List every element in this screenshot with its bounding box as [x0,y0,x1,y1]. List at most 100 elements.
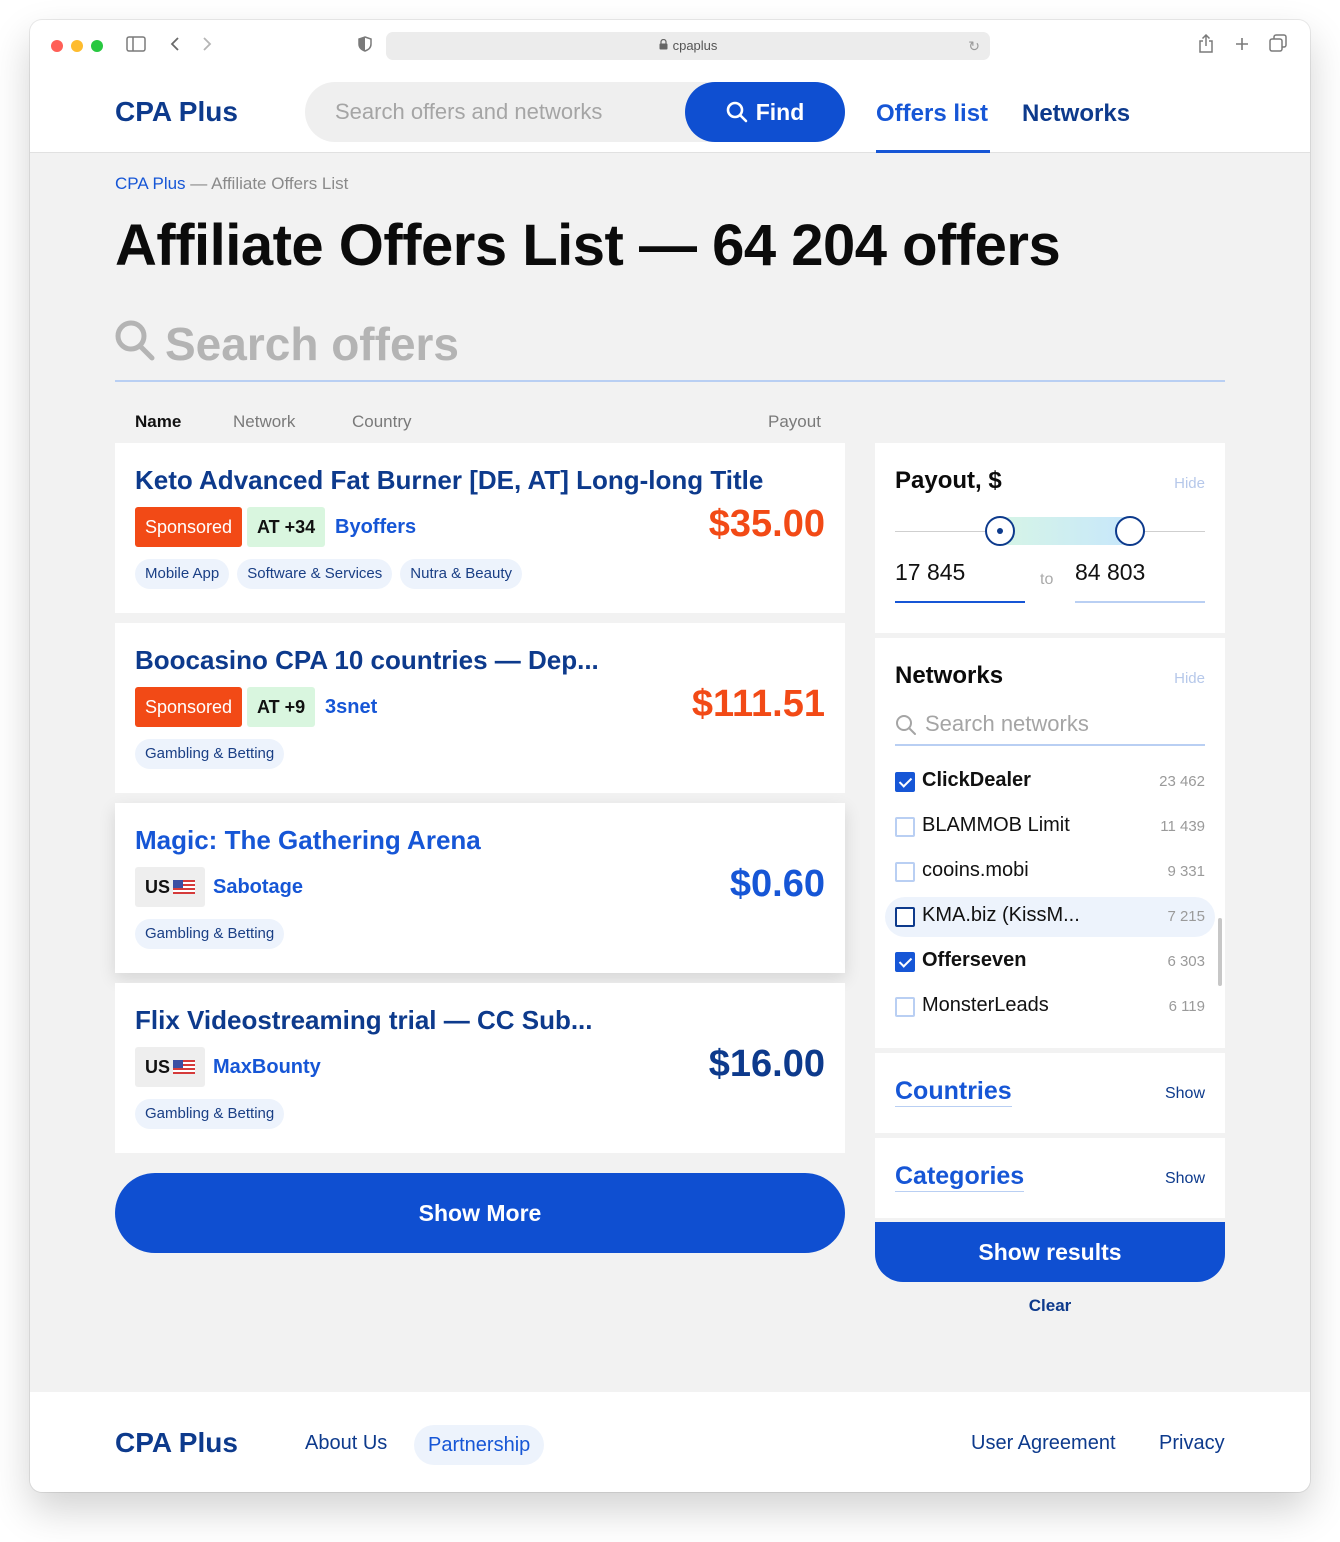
global-search-input[interactable] [335,82,675,142]
network-option[interactable]: BLAMMOB Limit 11 439 [885,807,1215,847]
payout-slider-range [999,517,1129,545]
category-tag[interactable]: Gambling & Betting [135,1099,285,1129]
offer-network-link[interactable]: Byoffers [335,507,416,547]
footer-link-privacy[interactable]: Privacy [1159,1432,1225,1455]
breadcrumb-home[interactable]: CPA Plus [115,174,186,193]
address-bar[interactable]: cpaplus ↻ [386,32,990,60]
site-logo[interactable]: CPA Plus [115,96,238,128]
shield-icon[interactable] [353,34,377,58]
network-option[interactable]: cooins.mobi 9 331 [885,852,1215,892]
clear-filters-link[interactable]: Clear [875,1296,1225,1316]
offer-card[interactable]: Keto Advanced Fat Burner [DE, AT] Long-l… [115,443,845,613]
new-tab-icon[interactable] [1230,34,1254,58]
offer-card[interactable]: Magic: The Gathering Arena US Sabotage $… [115,803,845,973]
network-search-input[interactable] [925,706,1195,742]
sidebar-toggle-icon[interactable] [124,34,148,58]
breadcrumb-current: — Affiliate Offers List [185,174,349,193]
sort-by-network[interactable]: Network [233,412,295,432]
network-name: KMA.biz (KissM... [922,904,1080,926]
offer-network-link[interactable]: Sabotage [213,867,303,907]
checkbox-icon[interactable] [895,817,915,837]
show-results-button[interactable]: Show results [875,1222,1225,1282]
footer-logo[interactable]: CPA Plus [115,1427,238,1459]
country-badge: US [135,1047,206,1087]
category-tag[interactable]: Gambling & Betting [135,919,285,949]
payout-hide-toggle[interactable]: Hide [1174,475,1205,492]
categories-filter-title[interactable]: Categories [895,1162,1025,1192]
network-offer-count: 6 119 [1168,998,1205,1015]
checkbox-icon[interactable] [895,862,915,882]
close-window-button[interactable] [51,40,63,52]
countries-filter-title[interactable]: Countries [895,1077,1012,1107]
offer-network-link[interactable]: 3snet [325,687,377,727]
country-badge: US [135,867,206,907]
reload-icon[interactable]: ↻ [968,32,980,60]
categories-show-toggle[interactable]: Show [1165,1170,1205,1188]
networks-hide-toggle[interactable]: Hide [1174,670,1205,687]
offer-network-link[interactable]: MaxBounty [213,1047,321,1087]
search-icon [115,320,155,361]
category-tag[interactable]: Nutra & Beauty [400,559,522,589]
network-option[interactable]: ClickDealer 23 462 [885,762,1215,802]
offer-title[interactable]: Keto Advanced Fat Burner [DE, AT] Long-l… [135,465,763,496]
offer-card[interactable]: Boocasino CPA 10 countries — Dep... Spon… [115,623,845,793]
forward-icon[interactable] [195,34,219,58]
address-text: cpaplus [672,38,718,53]
networks-scrollbar[interactable] [1218,918,1222,986]
category-tag[interactable]: Mobile App [135,559,230,589]
tabs-overview-icon[interactable] [1266,34,1290,58]
network-name: cooins.mobi [922,859,1029,881]
checked-checkbox-icon[interactable] [895,952,915,972]
offer-payout: $111.51 [691,683,825,725]
checkbox-icon[interactable] [895,997,915,1017]
payout-slider-max-handle[interactable] [1115,516,1145,546]
offer-card[interactable]: Flix Videostreaming trial — CC Sub... US… [115,983,845,1153]
sort-by-country[interactable]: Country [352,412,412,432]
network-offer-count: 23 462 [1159,773,1205,790]
country-code: US [145,1057,171,1077]
nav-offers-list[interactable]: Offers list [876,100,988,128]
offer-title[interactable]: Magic: The Gathering Arena [135,825,481,856]
footer-link-user-agreement[interactable]: User Agreement [971,1432,1116,1455]
offer-payout: $0.60 [729,863,825,905]
network-offer-count: 9 331 [1167,863,1205,880]
browser-toolbar: cpaplus ↻ [30,20,1310,72]
checkbox-icon[interactable] [895,907,915,927]
footer-link-about[interactable]: About Us [305,1432,387,1455]
payout-to-input[interactable]: 84 803 [1075,559,1205,603]
category-tag[interactable]: Gambling & Betting [135,739,285,769]
sort-by-name[interactable]: Name [135,412,181,432]
offer-search-input[interactable] [165,312,1165,376]
offer-payout: $16.00 [708,1043,825,1085]
checked-checkbox-icon[interactable] [895,772,915,792]
site-header: CPA Plus Find Offers list Networks [30,72,1310,153]
minimize-window-button[interactable] [71,40,83,52]
nav-networks[interactable]: Networks [1022,100,1130,128]
networks-filter: Networks Hide ClickDealer 23 462 BLAMMOB… [875,638,1225,1048]
offer-title[interactable]: Flix Videostreaming trial — CC Sub... [135,1005,593,1036]
back-icon[interactable] [163,34,187,58]
country-code: US [145,877,171,897]
sort-by-payout[interactable]: Payout [768,412,821,432]
payout-slider-min-handle[interactable] [985,516,1015,546]
network-option[interactable]: Offerseven 6 303 [885,942,1215,982]
network-offer-count: 7 215 [1167,908,1205,925]
zoom-window-button[interactable] [91,40,103,52]
network-offer-count: 11 439 [1160,818,1205,835]
offer-tags: Gambling & Betting [135,919,285,949]
payout-from-input[interactable]: 17 845 [895,559,1025,603]
countries-show-toggle[interactable]: Show [1165,1085,1205,1103]
find-button[interactable]: Find [685,82,845,142]
nav-active-indicator [876,150,990,153]
geo-badge: AT +34 [247,507,326,547]
footer-link-partnership[interactable]: Partnership [414,1425,545,1465]
network-option[interactable]: KMA.biz (KissM... 7 215 [885,897,1215,937]
offer-tags: Gambling & Betting [135,1099,285,1129]
network-option[interactable]: MonsterLeads 6 119 [885,987,1215,1027]
share-icon[interactable] [1194,33,1218,58]
category-tag[interactable]: Software & Services [237,559,393,589]
us-flag-icon [173,880,196,894]
show-more-button[interactable]: Show More [115,1173,845,1253]
offer-title[interactable]: Boocasino CPA 10 countries — Dep... [135,645,599,676]
search-icon [896,715,916,735]
